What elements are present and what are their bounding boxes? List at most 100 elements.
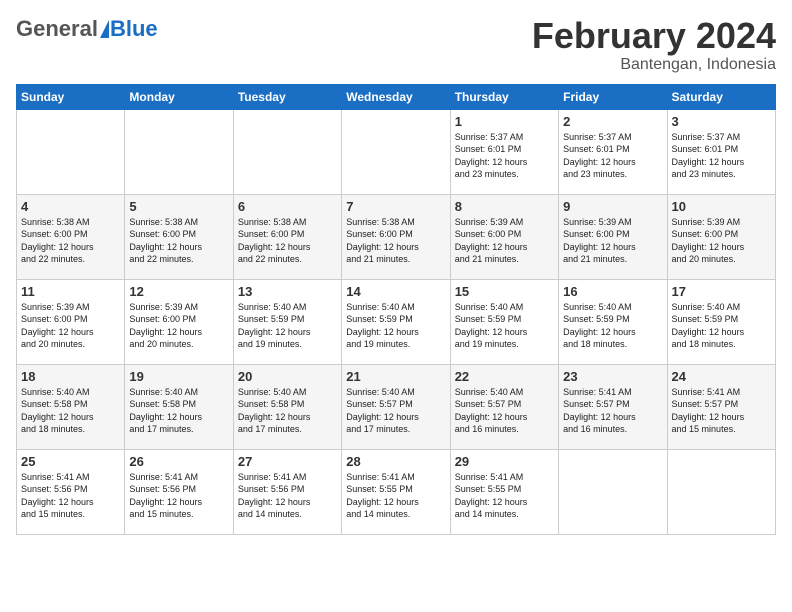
day-info: Sunrise: 5:41 AM Sunset: 5:57 PM Dayligh… — [563, 386, 662, 436]
logo-icon — [100, 20, 109, 38]
day-number: 4 — [21, 199, 120, 214]
day-number: 24 — [672, 369, 771, 384]
day-number: 5 — [129, 199, 228, 214]
day-info: Sunrise: 5:39 AM Sunset: 6:00 PM Dayligh… — [21, 301, 120, 351]
day-info: Sunrise: 5:41 AM Sunset: 5:56 PM Dayligh… — [238, 471, 337, 521]
day-info: Sunrise: 5:40 AM Sunset: 5:58 PM Dayligh… — [238, 386, 337, 436]
calendar-cell — [125, 109, 233, 194]
weekday-header: Monday — [125, 84, 233, 109]
weekday-row: SundayMondayTuesdayWednesdayThursdayFrid… — [17, 84, 776, 109]
calendar-cell: 29Sunrise: 5:41 AM Sunset: 5:55 PM Dayli… — [450, 449, 558, 534]
day-info: Sunrise: 5:40 AM Sunset: 5:59 PM Dayligh… — [346, 301, 445, 351]
calendar-cell: 10 Sunrise: 5:39 AM Sunset: 6:00 PM Dayli… — [667, 194, 775, 279]
day-number: 21 — [346, 369, 445, 384]
day-number: 23 — [563, 369, 662, 384]
day-info: Sunrise: 5:40 AM Sunset: 5:57 PM Dayligh… — [346, 386, 445, 436]
day-number: 11 — [21, 284, 120, 299]
calendar-week-row: 4 Sunrise: 5:38 AM Sunset: 6:00 PM Daylig… — [17, 194, 776, 279]
calendar-cell: 17 Sunrise: 5:40 AM Sunset: 5:59 PM Dayli… — [667, 279, 775, 364]
day-number: 28 — [346, 454, 445, 469]
day-number: 26 — [129, 454, 228, 469]
weekday-header: Saturday — [667, 84, 775, 109]
calendar-week-row: 1 Sunrise: 5:37 AM Sunset: 6:01 PM Daylig… — [17, 109, 776, 194]
day-info: Sunrise: 5:38 AM Sunset: 6:00 PM Dayligh… — [238, 216, 337, 266]
day-info: Sunrise: 5:37 AM Sunset: 6:01 PM Dayligh… — [563, 131, 662, 181]
day-number: 29 — [455, 454, 554, 469]
calendar-cell: 21 Sunrise: 5:40 AM Sunset: 5:57 PM Dayli… — [342, 364, 450, 449]
calendar-cell: 22Sunrise: 5:40 AM Sunset: 5:57 PM Dayli… — [450, 364, 558, 449]
calendar-cell — [17, 109, 125, 194]
calendar-cell — [233, 109, 341, 194]
day-number: 17 — [672, 284, 771, 299]
calendar-cell — [667, 449, 775, 534]
day-info: Sunrise: 5:39 AM Sunset: 6:00 PM Dayligh… — [672, 216, 771, 266]
day-number: 10 — [672, 199, 771, 214]
calendar-cell: 25 Sunrise: 5:41 AM Sunset: 5:56 PM Dayli… — [17, 449, 125, 534]
calendar-cell: 24 Sunrise: 5:41 AM Sunset: 5:57 PM Dayli… — [667, 364, 775, 449]
day-number: 12 — [129, 284, 228, 299]
calendar-cell: 12Sunrise: 5:39 AM Sunset: 6:00 PM Dayli… — [125, 279, 233, 364]
calendar-cell: 6Sunrise: 5:38 AM Sunset: 6:00 PM Daylig… — [233, 194, 341, 279]
day-info: Sunrise: 5:41 AM Sunset: 5:57 PM Dayligh… — [672, 386, 771, 436]
weekday-header: Wednesday — [342, 84, 450, 109]
day-info: Sunrise: 5:37 AM Sunset: 6:01 PM Dayligh… — [455, 131, 554, 181]
day-info: Sunrise: 5:37 AM Sunset: 6:01 PM Dayligh… — [672, 131, 771, 181]
day-number: 2 — [563, 114, 662, 129]
month-title: February 2024 — [532, 16, 776, 56]
day-number: 18 — [21, 369, 120, 384]
calendar-cell: 18Sunrise: 5:40 AM Sunset: 5:58 PM Dayli… — [17, 364, 125, 449]
calendar-cell — [342, 109, 450, 194]
logo-general-text: General — [16, 16, 98, 42]
calendar-cell: 8 Sunrise: 5:39 AM Sunset: 6:00 PM Daylig… — [450, 194, 558, 279]
day-info: Sunrise: 5:41 AM Sunset: 5:56 PM Dayligh… — [129, 471, 228, 521]
calendar-cell: 9Sunrise: 5:39 AM Sunset: 6:00 PM Daylig… — [559, 194, 667, 279]
calendar-cell: 26 Sunrise: 5:41 AM Sunset: 5:56 PM Dayli… — [125, 449, 233, 534]
day-info: Sunrise: 5:40 AM Sunset: 5:58 PM Dayligh… — [129, 386, 228, 436]
title-block: February 2024 Bantengan, Indonesia — [532, 16, 776, 74]
day-info: Sunrise: 5:40 AM Sunset: 5:59 PM Dayligh… — [672, 301, 771, 351]
calendar-cell: 19 Sunrise: 5:40 AM Sunset: 5:58 PM Dayli… — [125, 364, 233, 449]
day-info: Sunrise: 5:38 AM Sunset: 6:00 PM Dayligh… — [129, 216, 228, 266]
calendar-cell: 15 Sunrise: 5:40 AM Sunset: 5:59 PM Dayli… — [450, 279, 558, 364]
calendar-cell: 13Sunrise: 5:40 AM Sunset: 5:59 PM Dayli… — [233, 279, 341, 364]
day-number: 8 — [455, 199, 554, 214]
day-number: 13 — [238, 284, 337, 299]
calendar-cell: 11 Sunrise: 5:39 AM Sunset: 6:00 PM Dayli… — [17, 279, 125, 364]
calendar-cell: 5 Sunrise: 5:38 AM Sunset: 6:00 PM Daylig… — [125, 194, 233, 279]
calendar-cell: 3 Sunrise: 5:37 AM Sunset: 6:01 PM Daylig… — [667, 109, 775, 194]
day-info: Sunrise: 5:39 AM Sunset: 6:00 PM Dayligh… — [455, 216, 554, 266]
calendar-week-row: 25 Sunrise: 5:41 AM Sunset: 5:56 PM Dayli… — [17, 449, 776, 534]
day-info: Sunrise: 5:40 AM Sunset: 5:59 PM Dayligh… — [563, 301, 662, 351]
location: Bantengan, Indonesia — [532, 56, 776, 74]
day-info: Sunrise: 5:38 AM Sunset: 6:00 PM Dayligh… — [21, 216, 120, 266]
calendar-cell: 23 Sunrise: 5:41 AM Sunset: 5:57 PM Dayli… — [559, 364, 667, 449]
calendar-cell: 14 Sunrise: 5:40 AM Sunset: 5:59 PM Dayli… — [342, 279, 450, 364]
day-number: 15 — [455, 284, 554, 299]
day-number: 1 — [455, 114, 554, 129]
page-header: General Blue February 2024 Bantengan, In… — [16, 16, 776, 74]
day-info: Sunrise: 5:41 AM Sunset: 5:55 PM Dayligh… — [346, 471, 445, 521]
weekday-header: Friday — [559, 84, 667, 109]
weekday-header: Sunday — [17, 84, 125, 109]
calendar-cell: 7Sunrise: 5:38 AM Sunset: 6:00 PM Daylig… — [342, 194, 450, 279]
calendar-cell: 16Sunrise: 5:40 AM Sunset: 5:59 PM Dayli… — [559, 279, 667, 364]
day-info: Sunrise: 5:41 AM Sunset: 5:56 PM Dayligh… — [21, 471, 120, 521]
calendar-cell: 4 Sunrise: 5:38 AM Sunset: 6:00 PM Daylig… — [17, 194, 125, 279]
weekday-header: Tuesday — [233, 84, 341, 109]
day-number: 20 — [238, 369, 337, 384]
calendar-cell: 1 Sunrise: 5:37 AM Sunset: 6:01 PM Daylig… — [450, 109, 558, 194]
logo-blue-text: Blue — [110, 16, 158, 42]
day-number: 14 — [346, 284, 445, 299]
day-number: 27 — [238, 454, 337, 469]
calendar-body: 1 Sunrise: 5:37 AM Sunset: 6:01 PM Daylig… — [17, 109, 776, 534]
calendar-week-row: 18 Sunrise: 5:40 AM Sunset: 5:58 PM Dayli… — [17, 364, 776, 449]
day-info: Sunrise: 5:38 AM Sunset: 6:00 PM Dayligh… — [346, 216, 445, 266]
day-number: 3 — [672, 114, 771, 129]
logo: General Blue — [16, 16, 158, 42]
calendar-cell: 28 Sunrise: 5:41 AM Sunset: 5:55 PM Dayli… — [342, 449, 450, 534]
day-number: 19 — [129, 369, 228, 384]
weekday-header: Thursday — [450, 84, 558, 109]
day-number: 25 — [21, 454, 120, 469]
day-info: Sunrise: 5:40 AM Sunset: 5:59 PM Dayligh… — [455, 301, 554, 351]
day-number: 22 — [455, 369, 554, 384]
